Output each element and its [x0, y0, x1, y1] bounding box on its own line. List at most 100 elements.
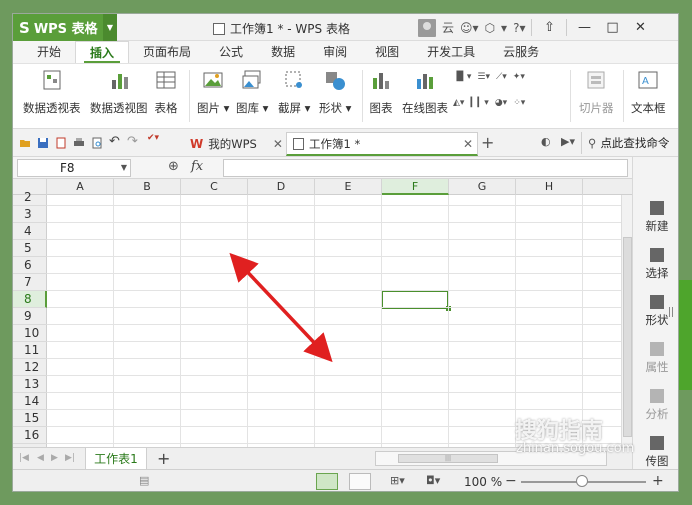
shape-icon — [650, 295, 664, 309]
ribbon-tabs: 开始 插入 页面布局 公式 数据 审阅 视图 开发工具 云服务 — [13, 41, 678, 63]
normal-view-button[interactable] — [316, 473, 338, 490]
bar-chart-icon[interactable]: ☰▾ — [477, 72, 490, 82]
side-panel-select[interactable]: 选择 — [633, 248, 678, 281]
online-chart-button[interactable]: 在线图表 — [402, 68, 448, 116]
pie-chart-icon[interactable]: ◕▾ — [495, 98, 507, 108]
formula-input[interactable] — [223, 159, 628, 177]
tab-view[interactable]: 视图 — [361, 41, 413, 63]
panel-resize-handle[interactable] — [669, 307, 673, 317]
page-break-view-button[interactable] — [349, 473, 371, 490]
side-panel-upload-image[interactable]: 传图 — [633, 436, 678, 469]
export-pdf-icon[interactable] — [55, 137, 67, 149]
zoom-slider-handle[interactable] — [576, 475, 588, 487]
picture-icon — [203, 72, 223, 88]
scatter-chart-icon[interactable]: ⁘▾ — [513, 98, 525, 108]
gallery-button[interactable]: 图库 ▾ — [236, 68, 268, 116]
pivot-chart-button[interactable]: 数据透视图 — [90, 68, 148, 116]
zoom-level[interactable]: 100 % — [464, 475, 502, 489]
tab-my-wps[interactable]: W 我的WPS ✕ — [164, 132, 291, 156]
tab-data[interactable]: 数据 — [257, 41, 309, 63]
save-icon[interactable] — [37, 137, 49, 149]
zoom-out-button[interactable]: − — [505, 473, 517, 489]
shirt-icon[interactable]: ▾ — [501, 21, 507, 35]
picture-button[interactable]: 图片 ▾ — [197, 68, 229, 116]
radar-chart-icon[interactable]: ✦▾ — [513, 72, 525, 82]
side-panel-label: 选择 — [645, 266, 669, 280]
tab-home[interactable]: 开始 — [23, 41, 75, 63]
chart-button[interactable]: 图表 — [369, 68, 393, 116]
scroll-thumb[interactable]: ||| — [398, 454, 498, 463]
side-panel-label: 新建 — [645, 219, 669, 233]
close-button[interactable]: ✕ — [629, 20, 651, 35]
spreadsheet-icon — [213, 22, 225, 35]
chevron-down-icon[interactable]: ▼ — [103, 14, 117, 41]
customize-toolbar-icon[interactable]: ✔▾ — [147, 133, 159, 145]
print-preview-icon[interactable] — [91, 137, 103, 149]
restore-icon[interactable]: ⇧ — [538, 20, 560, 35]
help-icon[interactable]: ?▾ — [513, 21, 525, 35]
first-sheet-icon[interactable]: |◀ — [19, 453, 29, 463]
area-chart-icon[interactable]: ◭▾ — [453, 98, 464, 108]
column-chart-icon[interactable]: ▐▌▾ — [453, 72, 471, 82]
tab-formula[interactable]: 公式 — [205, 41, 257, 63]
add-sheet-button[interactable]: + — [157, 449, 170, 468]
tab-developer[interactable]: 开发工具 — [413, 41, 489, 63]
divider — [570, 70, 571, 122]
stock-chart-icon[interactable]: ▎▎▾ — [470, 98, 488, 108]
prev-sheet-icon[interactable]: ◀ — [37, 453, 44, 463]
textbox-button[interactable]: A 文本框 — [631, 68, 666, 116]
side-panel-label: 传图 — [645, 454, 669, 468]
slicer-button[interactable]: 切片器 — [579, 68, 614, 116]
user-status-icon[interactable]: ☺▾ — [460, 21, 479, 35]
line-chart-icon[interactable]: ⟋▾ — [496, 72, 507, 82]
side-panel: 新建 选择 形状 属性 分析 传图 — [632, 157, 678, 469]
shape-button[interactable]: 形状 ▾ — [319, 68, 351, 116]
sheet-tab[interactable]: 工作表1 — [85, 448, 147, 470]
insert-function-icon[interactable]: fx — [191, 159, 203, 174]
side-panel-new[interactable]: 新建 — [633, 201, 678, 234]
close-icon[interactable]: ✕ — [273, 137, 283, 151]
tab-page-layout[interactable]: 页面布局 — [129, 41, 205, 63]
pivot-table-button[interactable]: 数据透视表 — [23, 68, 81, 116]
eye-protect-icon[interactable]: ◘▾ — [426, 474, 440, 487]
new-icon — [650, 201, 664, 215]
cloud-user-label[interactable]: 云 — [442, 19, 454, 36]
skin-icon[interactable]: ⬡ — [485, 21, 495, 35]
zoom-in-button[interactable]: + — [652, 473, 664, 489]
tab-insert[interactable]: 插入 — [75, 41, 130, 63]
last-sheet-icon[interactable]: ▶| — [65, 453, 75, 463]
app-menu-button[interactable]: S WPS 表格 ▼ — [13, 14, 117, 41]
sync-icon[interactable]: ◐ — [541, 135, 551, 148]
macro-icon[interactable]: ▤ — [139, 474, 149, 487]
undo-icon[interactable]: ↶ — [109, 134, 121, 149]
slicer-label: 切片器 — [579, 101, 614, 115]
side-panel-properties[interactable]: 属性 — [633, 342, 678, 375]
screenshot-button[interactable]: 截屏 ▾ — [278, 68, 310, 116]
name-box[interactable]: F8 ▼ — [17, 159, 131, 177]
minimize-button[interactable]: — — [573, 20, 595, 35]
tab-workbook[interactable]: 工作簿1 * ✕ — [286, 132, 478, 156]
close-icon[interactable]: ✕ — [463, 137, 473, 151]
command-search[interactable]: ⚲ 点此查找命令 — [581, 132, 678, 154]
redo-icon[interactable]: ↷ — [127, 134, 139, 149]
open-folder-icon[interactable] — [19, 137, 31, 149]
scroll-thumb[interactable] — [623, 237, 632, 437]
reading-mode-icon[interactable]: ⊞▾ — [390, 474, 405, 487]
tab-cloud[interactable]: 云服务 — [489, 41, 553, 63]
chevron-down-icon[interactable]: ▼ — [121, 163, 127, 172]
new-tab-button[interactable]: + — [481, 133, 494, 152]
next-sheet-icon[interactable]: ▶ — [51, 453, 58, 463]
avatar[interactable] — [418, 18, 436, 37]
spreadsheet-grid[interactable]: ABCDEFGH 2 3 4 5 6 7 8 9 10 11 12 13 14 15 16 — [13, 179, 632, 447]
command-search-label: 点此查找命令 — [600, 136, 670, 150]
table-button[interactable]: 表格 — [154, 68, 178, 116]
flag-icon[interactable]: ▶▾ — [561, 135, 575, 148]
zoom-search-icon[interactable]: ⊕ — [168, 159, 179, 174]
vertical-scrollbar[interactable] — [621, 195, 632, 447]
table-label: 表格 — [154, 101, 178, 115]
divider — [623, 70, 624, 122]
print-icon[interactable] — [73, 137, 85, 149]
tab-review[interactable]: 审阅 — [309, 41, 361, 63]
side-panel-analyze[interactable]: 分析 — [633, 389, 678, 422]
maximize-button[interactable]: □ — [601, 20, 623, 35]
